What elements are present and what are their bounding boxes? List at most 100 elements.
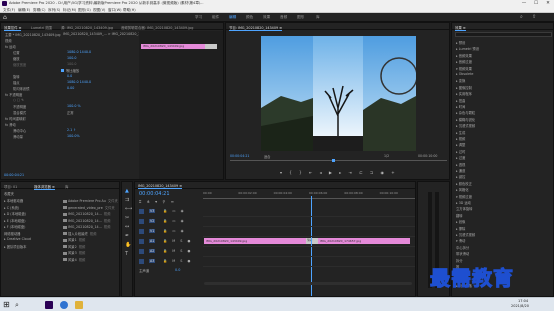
search-icon[interactable]: ⌕ bbox=[520, 14, 523, 20]
program-timecode-left[interactable]: 00:00:04:21 bbox=[230, 154, 249, 158]
track-select-icon[interactable]: ⇉ bbox=[125, 197, 129, 203]
browser-taskbar-icon[interactable] bbox=[60, 301, 68, 309]
track-header[interactable]: V1 🔒 ▭ ◉ bbox=[139, 228, 201, 236]
timeline-timecode[interactable]: 00:00:04:21 bbox=[139, 191, 170, 197]
drive-tree-item[interactable]: 网络驱动器 bbox=[4, 231, 20, 236]
transition-slide[interactable]: 滑动 bbox=[306, 238, 318, 244]
effects-tree-item[interactable]: ▸ 预设 bbox=[456, 40, 465, 45]
program-scrubber[interactable] bbox=[230, 160, 447, 161]
menu-marker[interactable]: 标记(M) bbox=[63, 8, 76, 13]
timeline-scrollbar[interactable] bbox=[204, 282, 412, 285]
track-header[interactable]: V2 🔒 ▭ ◉ bbox=[139, 218, 201, 226]
effects-tree-item[interactable]: ▸ 风格化 bbox=[456, 187, 469, 192]
track-name[interactable]: V1 bbox=[149, 229, 156, 233]
effects-tree-item[interactable]: ▾ 滑动 bbox=[456, 238, 465, 243]
step-forward-icon[interactable]: ▸ bbox=[339, 170, 344, 175]
file-list-item[interactable]: 风景4 视频 bbox=[63, 257, 85, 262]
effects-tree-item[interactable]: ▸ 过时 bbox=[456, 149, 465, 154]
hand-icon[interactable]: ✋ bbox=[125, 242, 131, 248]
go-to-in-icon[interactable]: ⇤ bbox=[309, 170, 315, 175]
menu-edit[interactable]: 编辑(E) bbox=[18, 8, 30, 13]
effects-tree-item[interactable]: ▸ 擦除 bbox=[456, 226, 465, 231]
tab-effect-controls[interactable]: 效果控件 ≡ bbox=[4, 25, 22, 31]
effects-tree-item[interactable]: ▸ 透视 bbox=[456, 162, 465, 167]
lift-icon[interactable]: ⊏ bbox=[359, 170, 365, 175]
workspace-tab-libraries[interactable]: 库 bbox=[316, 15, 320, 20]
premiere-taskbar-icon[interactable] bbox=[45, 301, 53, 309]
program-video-frame[interactable] bbox=[261, 36, 416, 151]
clip-2[interactable]: IMG_20210820_174657.jpg bbox=[318, 238, 410, 244]
uniform-scale-checkbox[interactable]: 等比缩放 bbox=[61, 68, 79, 73]
effects-tree-item[interactable]: ▸ 音频过渡 bbox=[456, 59, 472, 64]
effects-tree-item[interactable]: ▸ 音频效果 bbox=[456, 53, 472, 58]
pen-icon[interactable]: ✒ bbox=[125, 233, 129, 239]
track-target-toggle[interactable] bbox=[139, 209, 144, 214]
effects-search-input[interactable] bbox=[455, 32, 552, 37]
effects-tree-item[interactable]: ▸ Obsolete bbox=[456, 72, 473, 76]
track-header[interactable]: A3 🔒 M S ● bbox=[139, 258, 201, 266]
effects-tree-item[interactable]: ▾ 视频过渡 bbox=[456, 194, 472, 199]
workspace-tab-effects[interactable]: 效果 bbox=[263, 15, 270, 20]
blend-value[interactable]: 正常 bbox=[67, 110, 74, 115]
rotation-value[interactable]: 0.0 bbox=[67, 74, 72, 79]
drive-tree-item[interactable]: ▸ 本地驱动器 bbox=[4, 198, 23, 203]
track-name[interactable]: A3 bbox=[149, 259, 156, 263]
slide-center-value[interactable]: 2.1 ↑ bbox=[67, 128, 76, 133]
tab-source[interactable]: 源: IMG_20210820_143409.jpg bbox=[61, 25, 113, 30]
effects-tree-item[interactable]: ▸ 变换 bbox=[456, 78, 465, 83]
tab-project[interactable]: 项目: 01 bbox=[4, 184, 17, 189]
file-list-item[interactable]: IMG_20210820_14... 视频 bbox=[63, 211, 110, 216]
effects-tree-item[interactable]: ▸ 划像 bbox=[456, 219, 465, 224]
transport-controls[interactable]: ▾ { } ⇤ ◂ ▶ ▸ ⇥ ⊏ ⊐ ◉ + bbox=[280, 170, 398, 175]
source-label[interactable]: 主要 * IMG_20210820_143409.jpg bbox=[5, 32, 61, 37]
effects-tree-item[interactable]: ▸ 生成 bbox=[456, 130, 465, 135]
program-playhead[interactable] bbox=[332, 159, 335, 162]
effects-tree-item[interactable]: ▸ 扭曲 bbox=[456, 98, 465, 103]
favorites-label[interactable]: 收藏夹 bbox=[4, 191, 14, 196]
opacity-value[interactable]: 100.0 % bbox=[67, 104, 81, 109]
effects-tree-item[interactable]: ▸ Lumetri 预设 bbox=[456, 46, 479, 51]
type-icon[interactable]: T bbox=[125, 251, 128, 257]
effect-controls-timecode[interactable]: 00:00:04:21 bbox=[4, 173, 24, 178]
effects-tree-item[interactable]: ▸ 调整 bbox=[456, 142, 465, 147]
tab-audio-clip-mixer[interactable]: 音频剪辑混合器: IMG_20210820_143409.jpg bbox=[121, 25, 193, 30]
windows-start-icon[interactable]: ⊞ bbox=[3, 301, 11, 309]
position-values[interactable]: 1080.0 1440.0 bbox=[67, 50, 91, 55]
track-control-icons[interactable]: 🔒 ▭ ◉ bbox=[163, 219, 186, 223]
track-header[interactable]: A2 🔒 M S ● bbox=[139, 248, 201, 256]
taskbar-search-icon[interactable]: ⌕ bbox=[15, 301, 23, 309]
close-button[interactable]: ✕ bbox=[542, 0, 554, 7]
timeline-tools[interactable]: ⌗ ⋔ ▾ ⚲ ≡ bbox=[139, 199, 176, 204]
file-list-item[interactable]: Adobe Premiere Pro Au 文件夹 bbox=[63, 198, 118, 203]
master-value[interactable]: 0.0 bbox=[175, 268, 180, 272]
add-button-icon[interactable]: + bbox=[391, 170, 397, 175]
file-explorer-icon[interactable] bbox=[75, 301, 83, 309]
track-target-toggle[interactable] bbox=[139, 259, 144, 264]
track-name[interactable]: A1 bbox=[149, 239, 156, 243]
menu-help[interactable]: 帮助(H) bbox=[123, 8, 136, 13]
tab-sequence[interactable]: IMG_20210820_143409 ≡ bbox=[138, 184, 183, 189]
file-list-item[interactable]: 风景1 视频 bbox=[63, 237, 85, 242]
tab-program[interactable]: 节目: IMG_20210820_143409 ≡ bbox=[229, 25, 283, 31]
track-target-toggle[interactable] bbox=[139, 249, 144, 254]
effect-controls-mini-timeline[interactable]: IMG_20210820_143409.jpg bbox=[139, 31, 223, 179]
drive-tree-item[interactable]: ▸ Creative Cloud bbox=[4, 237, 31, 241]
track-name[interactable]: A2 bbox=[149, 249, 156, 253]
effects-tree-item[interactable]: ▾ 视频效果 bbox=[456, 66, 472, 71]
effects-tree-item[interactable]: ▸ 沉浸式视频 bbox=[456, 232, 475, 237]
file-list-item[interactable]: generated_video_pre 文件夹 bbox=[63, 205, 115, 210]
drive-tree-item[interactable]: ▸ E (本地磁盘) bbox=[4, 218, 26, 223]
file-list-item[interactable]: 风景2 视频 bbox=[63, 244, 85, 249]
mini-clip[interactable]: IMG_20210820_143409.jpg bbox=[141, 44, 206, 49]
marker-icon[interactable]: ▾ bbox=[280, 170, 285, 175]
track-control-icons[interactable]: 🔒 M S ● bbox=[163, 259, 193, 263]
track-name[interactable]: V2 bbox=[149, 219, 156, 223]
selection-tool-icon[interactable]: ▲ bbox=[125, 188, 129, 194]
export-frame-icon[interactable]: ◉ bbox=[380, 170, 387, 175]
workspace-tab-learn[interactable]: 学习 bbox=[195, 15, 202, 20]
effects-tree-item[interactable]: 中心拆分 bbox=[456, 245, 469, 250]
effects-tree-item[interactable]: ▸ 3D 运动 bbox=[456, 200, 471, 205]
effects-tree-item[interactable]: ▸ 过渡 bbox=[456, 155, 465, 160]
timeline-ruler[interactable]: 00:00 00:00:02:00 00:00:04:00 00:00:06:00 00… bbox=[203, 191, 415, 201]
razor-icon[interactable]: ✂ bbox=[125, 215, 129, 221]
